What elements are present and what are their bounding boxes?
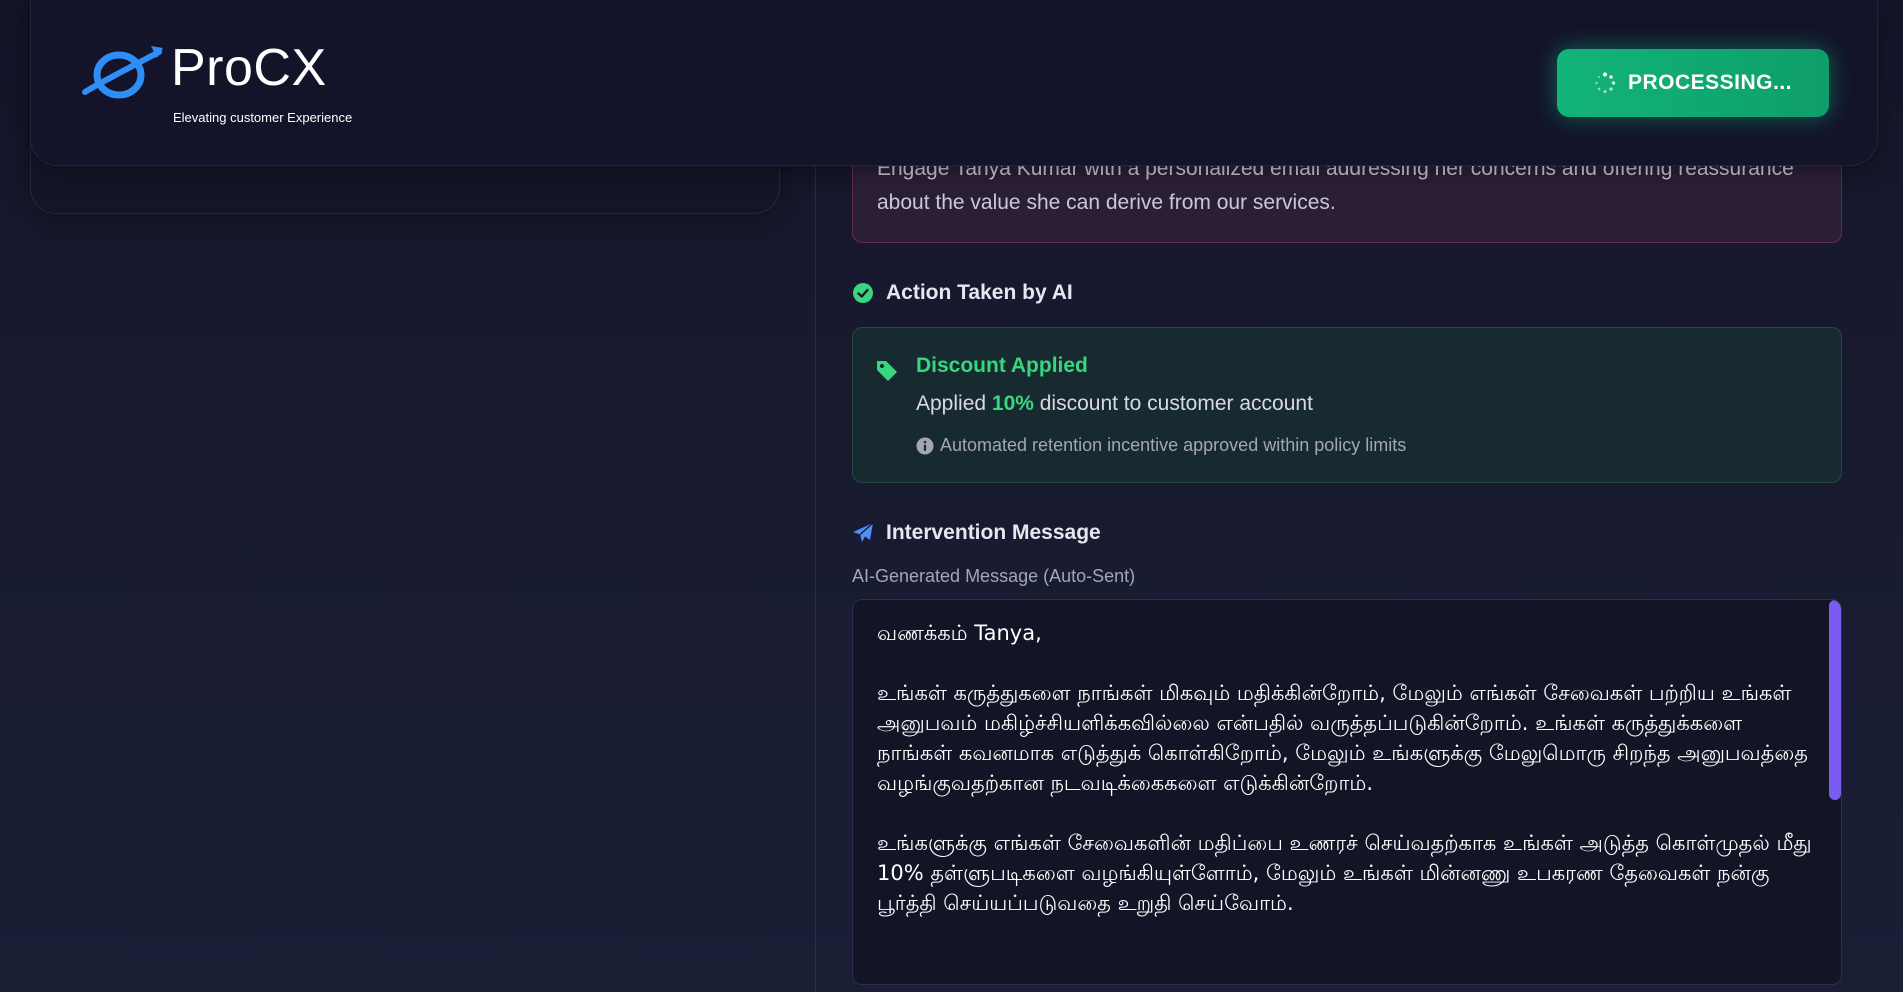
paper-plane-icon — [853, 522, 874, 542]
brand-tagline: Elevating customer Experience — [173, 110, 353, 125]
discount-suffix: discount to customer account — [1033, 392, 1313, 415]
discount-title: Discount Applied — [916, 354, 1088, 377]
brand-name: ProCX — [171, 39, 327, 97]
discount-description: Applied 10% discount to customer account — [916, 392, 1313, 416]
logo-icon — [82, 46, 163, 99]
message-textarea[interactable]: வணக்கம் Tanya, உங்கள் கருத்துகளை நாங்கள்… — [852, 599, 1842, 985]
processing-label: PROCESSING... — [1627, 71, 1793, 94]
message-label: AI-Generated Message (Auto-Sent) — [852, 566, 1136, 586]
message-scrollbar[interactable] — [1829, 600, 1841, 800]
info-icon — [916, 437, 934, 454]
discount-value: 10% — [991, 392, 1034, 415]
action-heading: Action Taken by AI — [852, 281, 1073, 305]
check-circle-icon — [853, 283, 873, 303]
discount-note-text: Automated retention incentive approved w… — [940, 435, 1407, 455]
discount-prefix: Applied — [916, 392, 992, 415]
tag-icon — [877, 361, 897, 381]
intervention-heading: Intervention Message — [852, 521, 1101, 545]
action-heading-text: Action Taken by AI — [886, 281, 1073, 304]
processing-button[interactable]: PROCESSING... — [1557, 49, 1829, 117]
app-header: ProCX Elevating customer Experience PROC… — [30, 0, 1878, 166]
intervention-heading-text: Intervention Message — [886, 521, 1101, 544]
discount-note: Automated retention incentive approved w… — [916, 435, 1406, 456]
discount-card: Discount Applied Applied 10% discount to… — [852, 327, 1842, 483]
spinner-icon — [1595, 72, 1616, 93]
message-text[interactable]: வணக்கம் Tanya, உங்கள் கருத்துகளை நாங்கள்… — [877, 618, 1817, 918]
